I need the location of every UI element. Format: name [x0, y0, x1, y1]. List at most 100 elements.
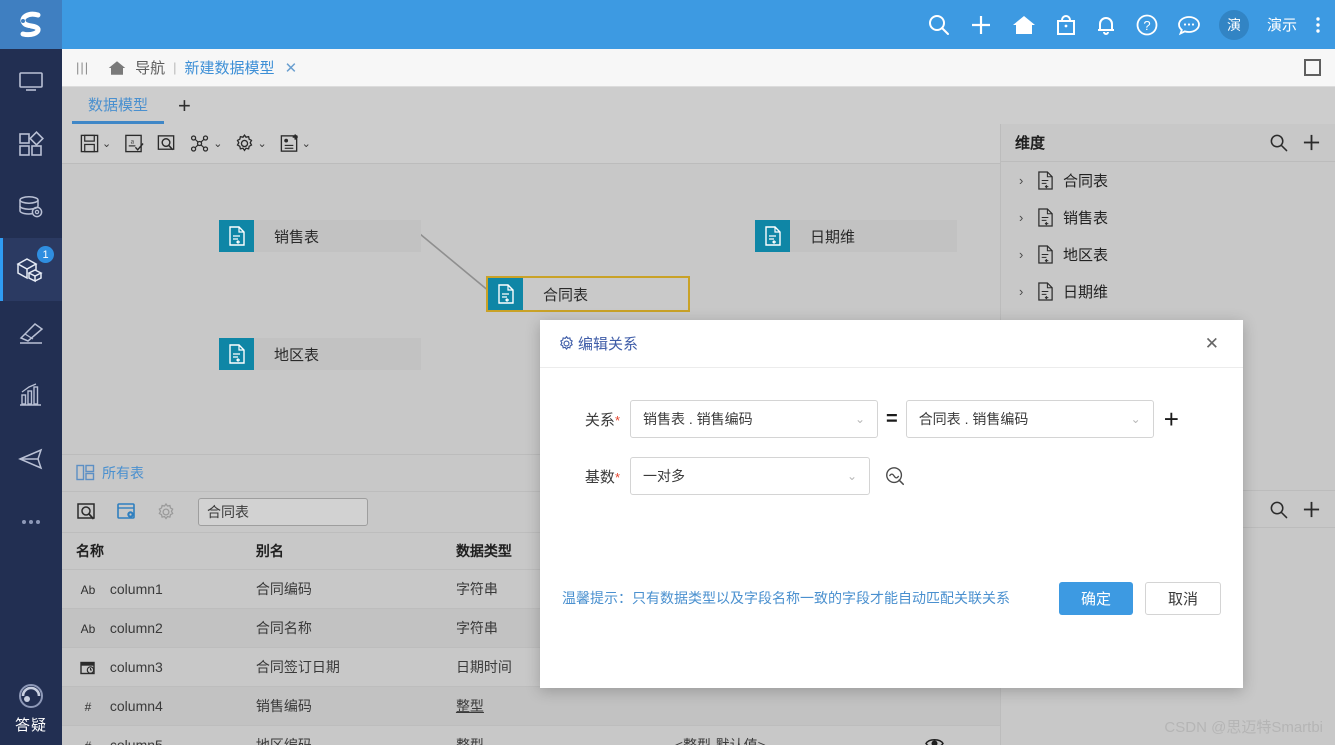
search-icon[interactable]: [927, 13, 951, 37]
sidebar-support[interactable]: 答疑: [0, 680, 62, 735]
field-datatype[interactable]: 整型: [456, 726, 675, 745]
chevron-right-icon[interactable]: ›: [1019, 173, 1028, 188]
plus-icon[interactable]: [1302, 133, 1321, 152]
column-header-name[interactable]: 名称: [62, 533, 256, 570]
dimension-item-label: 合同表: [1063, 170, 1108, 191]
table-node-contract[interactable]: 合同表: [488, 278, 688, 310]
all-tables-label[interactable]: 所有表: [102, 463, 144, 483]
table-node-date-dim[interactable]: 日期维: [755, 220, 957, 252]
close-icon[interactable]: ✕: [1199, 331, 1225, 356]
graph-nodes-icon: [189, 133, 211, 154]
settings-button[interactable]: ⌄: [229, 130, 271, 157]
gear-icon[interactable]: [156, 502, 176, 522]
add-table-button[interactable]: ⌄: [274, 130, 316, 157]
chat-icon[interactable]: [1177, 13, 1201, 37]
panel-grip-icon[interactable]: |||: [76, 60, 89, 75]
database-gear-icon: [16, 192, 46, 222]
dimension-item-contract[interactable]: › 合同表: [1001, 162, 1335, 199]
column-header-alias[interactable]: 别名: [256, 533, 456, 570]
blocks-icon: [16, 129, 46, 159]
chevron-down-icon[interactable]: ⌄: [1131, 412, 1141, 426]
relation-row: 关系* 销售表 . 销售编码 ⌄ = 合同表 . 销售编码 ⌄ +: [540, 400, 1243, 438]
sidebar-item-database[interactable]: [0, 175, 62, 238]
table-node-label: 地区表: [254, 344, 319, 365]
app-logo[interactable]: [0, 0, 62, 49]
table-node-sales[interactable]: 销售表: [219, 220, 421, 252]
relation-button[interactable]: ⌄: [184, 130, 227, 157]
cardinality-select[interactable]: 一对多 ⌄: [630, 457, 870, 495]
search-table-icon[interactable]: [76, 502, 98, 522]
chevron-down-icon[interactable]: ⌄: [257, 137, 266, 150]
cancel-button[interactable]: 取消: [1145, 582, 1221, 615]
field-default: <整型-默认值>: [675, 726, 925, 745]
home-icon[interactable]: [107, 59, 127, 77]
kebab-menu-icon[interactable]: [1315, 13, 1321, 37]
chevron-right-icon[interactable]: ›: [1019, 247, 1028, 262]
search-icon[interactable]: [1269, 133, 1288, 152]
close-icon[interactable]: ✕: [285, 59, 298, 77]
dimension-item-sales[interactable]: › 销售表: [1001, 199, 1335, 236]
cardinality-value: 一对多: [643, 466, 839, 486]
chevron-down-icon[interactable]: ⌄: [855, 412, 865, 426]
dimension-actions: [1269, 133, 1321, 152]
chevron-down-icon[interactable]: ⌄: [213, 137, 222, 150]
add-relation-row-button[interactable]: +: [1164, 406, 1179, 432]
chevron-right-icon[interactable]: ›: [1019, 284, 1028, 299]
avatar[interactable]: 演: [1219, 10, 1249, 40]
table-settings-icon[interactable]: [116, 502, 138, 522]
field-visibility[interactable]: [925, 687, 1000, 726]
edit-relation-dialog: 编辑关系 ✕ 关系* 销售表 . 销售编码 ⌄ = 合同表 . 销售编码 ⌄ +: [540, 320, 1243, 688]
sidebar-item-data-model[interactable]: 1: [0, 238, 62, 301]
breadcrumb-nav-label[interactable]: 导航: [135, 57, 165, 78]
table-node-region[interactable]: 地区表: [219, 338, 421, 370]
required-marker: *: [615, 413, 620, 428]
sidebar-item-monitor[interactable]: [0, 49, 62, 112]
field-datatype[interactable]: 整型: [456, 687, 675, 726]
table-row[interactable]: # column5 地区编码 整型 <整型-默认值>: [62, 726, 1000, 745]
breadcrumb-active-item[interactable]: 新建数据模型: [185, 57, 275, 78]
plus-icon[interactable]: [1302, 500, 1321, 519]
plus-icon[interactable]: [969, 13, 993, 37]
sidebar-item-etl[interactable]: [0, 301, 62, 364]
dialog-buttons: 确定 取消: [1059, 582, 1221, 615]
search-icon[interactable]: [1269, 500, 1288, 519]
chevron-down-icon[interactable]: ⌄: [847, 469, 857, 483]
bag-icon[interactable]: [1055, 13, 1077, 37]
gear-icon: [234, 133, 255, 154]
field-alias: 合同编码: [256, 570, 456, 609]
field-alias: 销售编码: [256, 687, 456, 726]
eye-icon[interactable]: [925, 726, 1000, 745]
breadcrumb: ||| 导航 | 新建数据模型 ✕: [62, 49, 1335, 87]
home-icon[interactable]: [1011, 13, 1037, 37]
dimension-item-date[interactable]: › 日期维: [1001, 273, 1335, 310]
save-button[interactable]: ⌄: [74, 130, 116, 157]
top-bar: ? 演 演示: [62, 0, 1335, 49]
help-icon[interactable]: ?: [1135, 13, 1159, 37]
dimension-item-region[interactable]: › 地区表: [1001, 236, 1335, 273]
relation-left-select[interactable]: 销售表 . 销售编码 ⌄: [630, 400, 878, 438]
dimension-item-label: 地区表: [1063, 244, 1108, 265]
tab-data-model[interactable]: 数据模型: [72, 87, 164, 124]
field-name: column1: [110, 581, 163, 597]
add-tab-button[interactable]: +: [164, 87, 205, 124]
chevron-down-icon[interactable]: ⌄: [302, 137, 311, 150]
user-name-label[interactable]: 演示: [1267, 14, 1297, 35]
wave-search-icon[interactable]: [884, 465, 906, 487]
maximize-button[interactable]: [1304, 59, 1321, 76]
chevron-right-icon[interactable]: ›: [1019, 210, 1028, 225]
field-name: column2: [110, 620, 163, 636]
field-name: column5: [110, 737, 163, 745]
field-alias: 地区编码: [256, 726, 456, 745]
rename-button[interactable]: a: [118, 130, 149, 157]
chevron-down-icon[interactable]: ⌄: [102, 137, 111, 150]
confirm-button[interactable]: 确定: [1059, 582, 1133, 615]
sidebar-item-share[interactable]: [0, 427, 62, 490]
table-row[interactable]: # column4 销售编码 整型: [62, 687, 1000, 726]
relation-right-select[interactable]: 合同表 . 销售编码 ⌄: [906, 400, 1154, 438]
preview-button[interactable]: [151, 130, 182, 157]
sidebar-item-more[interactable]: [0, 490, 62, 553]
sidebar-item-blocks[interactable]: [0, 112, 62, 175]
bell-icon[interactable]: [1095, 13, 1117, 37]
table-name-input[interactable]: [198, 498, 368, 526]
sidebar-item-analysis[interactable]: [0, 364, 62, 427]
